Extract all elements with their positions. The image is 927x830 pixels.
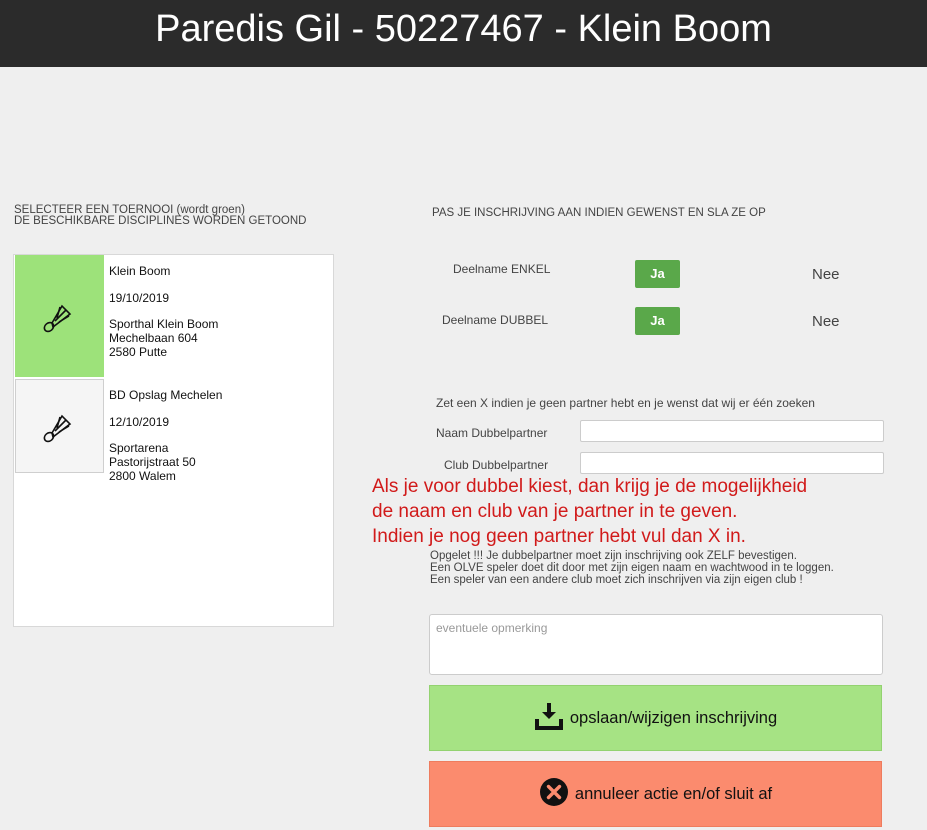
warning-line-1: Opgelet !!! Je dubbelpartner moet zijn i… [430,550,797,562]
warning-line-3: Een speler van een andere club moet zich… [430,574,803,586]
tournament-date: 19/10/2019 [109,291,170,305]
note-line-2: de naam en club van je partner in te gev… [372,501,738,522]
note-line-3: Indien je nog geen partner hebt vul dan … [372,526,746,547]
remark-textarea[interactable] [429,614,883,675]
dubbel-ja-button[interactable]: Ja [635,307,680,335]
dubbel-instruction-note: Als je voor dubbel kiest, dan krijg je d… [372,474,807,549]
enkel-ja-button[interactable]: Ja [635,260,680,288]
tournament-select-button[interactable] [15,255,104,377]
discipline-label-dubbel: Deelname DUBBEL [442,313,549,327]
cancel-close-button[interactable]: annuleer actie en/of sluit af [429,761,882,827]
warning-line-2: Een OLVE speler doet dit door met zijn e… [430,562,834,574]
shuttlecock-icon [43,414,72,443]
tournament-date: 12/10/2019 [109,415,170,429]
close-circle-icon [539,777,569,812]
partner-hint: Zet een X indien je geen partner hebt en… [436,396,815,410]
tournament-street: Mechelbaan 604 [109,331,198,345]
cancel-button-label: annuleer actie en/of sluit af [574,784,773,803]
tournament-address: Sportarena Pastorijstraat 50 2800 Walem [109,441,196,483]
download-icon [534,702,564,735]
shuttlecock-icon [43,304,72,333]
note-line-1: Als je voor dubbel kiest, dan krijg je d… [372,476,808,497]
tournament-name: BD Opslag Mechelen [109,388,223,402]
enkel-nee-button[interactable]: Nee [812,266,840,283]
heading-line-2: DE BESCHIKBARE DISCIPLINES WORDEN GETOON… [14,215,307,227]
tournament-item-bd-opslag-mechelen[interactable]: BD Opslag Mechelen 12/10/2019 Sportarena… [14,379,335,501]
tournament-venue: Sportarena [109,441,169,455]
partner-club-label: Club Dubbelpartner [444,458,549,472]
tournament-list: Klein Boom 19/10/2019 Sporthal Klein Boo… [13,254,334,627]
dubbel-nee-button[interactable]: Nee [812,313,840,330]
partner-name-input[interactable] [580,420,884,442]
partner-club-input[interactable] [580,452,884,474]
tournament-select-heading: SELECTEER EEN TOERNOOI (wordt groen) DE … [14,204,307,227]
tournament-select-button[interactable] [15,379,104,473]
tournament-venue: Sporthal Klein Boom [109,317,219,331]
tournament-city: 2580 Putte [109,345,168,359]
partner-warning: Opgelet !!! Je dubbelpartner moet zijn i… [430,550,834,586]
tournament-address: Sporthal Klein Boom Mechelbaan 604 2580 … [109,317,218,359]
page-header: Paredis Gil - 50227467 - Klein Boom [0,0,927,67]
save-registration-button[interactable]: opslaan/wijzigen inschrijving [429,685,882,751]
partner-name-label: Naam Dubbelpartner [436,426,548,440]
save-button-label: opslaan/wijzigen inschrijving [569,708,778,727]
tournament-item-klein-boom[interactable]: Klein Boom 19/10/2019 Sporthal Klein Boo… [14,255,335,377]
tournament-city: 2800 Walem [109,469,176,483]
tournament-street: Pastorijstraat 50 [109,455,196,469]
registration-heading: PAS JE INSCHRIJVING AAN INDIEN GEWENST E… [432,207,766,219]
discipline-label-enkel: Deelname ENKEL [453,262,551,276]
tournament-name: Klein Boom [109,264,171,278]
page-title: Paredis Gil - 50227467 - Klein Boom [155,8,772,50]
